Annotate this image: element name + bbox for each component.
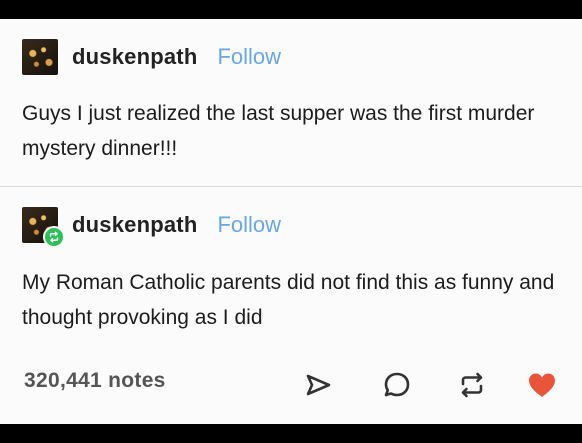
post-text: Guys I just realized the last supper was… — [22, 102, 535, 160]
follow-button[interactable]: Follow — [217, 44, 281, 70]
reblog-post: duskenpath Follow My Roman Catholic pare… — [0, 187, 582, 347]
avatar[interactable] — [22, 207, 65, 248]
post-header: duskenpath Follow — [22, 39, 281, 75]
reblog-icon[interactable] — [456, 369, 488, 401]
reblog-badge-icon — [43, 226, 65, 248]
avatar[interactable] — [22, 39, 58, 75]
share-icon[interactable] — [302, 369, 334, 401]
post-text: My Roman Catholic parents did not find t… — [22, 271, 555, 329]
username[interactable]: duskenpath — [72, 212, 197, 238]
reply-icon[interactable] — [381, 369, 413, 401]
original-post: duskenpath Follow Guys I just realized t… — [0, 19, 582, 186]
post-header: duskenpath Follow — [22, 207, 281, 248]
heart-icon[interactable] — [526, 369, 558, 401]
post-footer: 320,441 notes — [0, 359, 582, 409]
post-card: duskenpath Follow Guys I just realized t… — [0, 19, 582, 424]
notes-count[interactable]: 320,441 notes — [24, 369, 166, 393]
follow-button[interactable]: Follow — [217, 212, 281, 238]
username[interactable]: duskenpath — [72, 44, 197, 70]
